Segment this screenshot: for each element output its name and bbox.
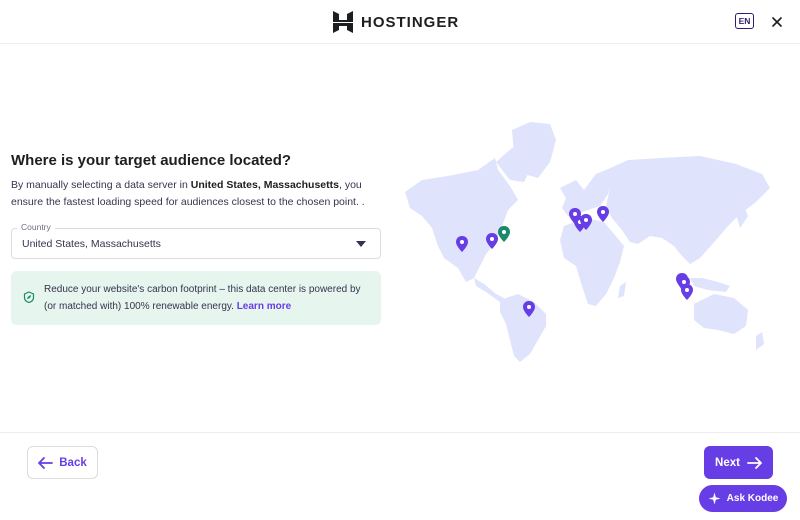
country-select[interactable]: Country United States, Massachusetts: [11, 222, 381, 259]
leaf-icon: [23, 291, 35, 303]
hostinger-logo[interactable]: HOSTINGER: [333, 11, 459, 33]
description-text-start: By manually selecting a data server in: [11, 179, 191, 191]
eco-notice: Reduce your website's carbon footprint –…: [11, 271, 381, 325]
page-description: By manually selecting a data server in U…: [11, 177, 386, 211]
description-location: United States, Massachusetts: [190, 179, 339, 191]
map-pin-usa-massachusetts-selected[interactable]: [498, 226, 510, 242]
next-button[interactable]: Next: [704, 446, 773, 479]
ask-kodee-button[interactable]: Ask Kodee: [699, 485, 787, 512]
page-title: Where is your target audience located?: [11, 152, 292, 169]
hostinger-logo-icon: [333, 11, 353, 33]
caret-down-icon: [356, 241, 366, 247]
kodee-sparkle-icon: [708, 492, 721, 505]
top-bar: HOSTINGER EN: [0, 0, 800, 44]
language-button[interactable]: EN: [735, 13, 754, 29]
country-select-label: Country: [17, 222, 55, 232]
close-button[interactable]: [768, 13, 785, 30]
eco-notice-text: Reduce your website's carbon footprint –…: [44, 281, 374, 315]
eco-notice-message: Reduce your website's carbon footprint –…: [44, 284, 361, 312]
country-select-value: United States, Massachusetts: [22, 238, 161, 250]
arrow-left-icon: [38, 456, 54, 469]
learn-more-link[interactable]: Learn more: [237, 301, 291, 312]
map-pin-indonesia[interactable]: [681, 284, 693, 300]
onboarding-page: HOSTINGER EN Where is your target audien…: [0, 0, 800, 520]
world-map: [405, 122, 770, 362]
brand-name: HOSTINGER: [361, 13, 460, 31]
back-button-label: Back: [59, 456, 87, 469]
arrow-right-icon: [747, 456, 762, 469]
back-button[interactable]: Back: [27, 446, 98, 479]
ask-kodee-label: Ask Kodee: [726, 493, 779, 504]
footer-divider: [0, 432, 800, 433]
next-button-label: Next: [715, 456, 740, 469]
map-pin-lithuania[interactable]: [597, 206, 609, 222]
close-icon: [771, 16, 782, 27]
